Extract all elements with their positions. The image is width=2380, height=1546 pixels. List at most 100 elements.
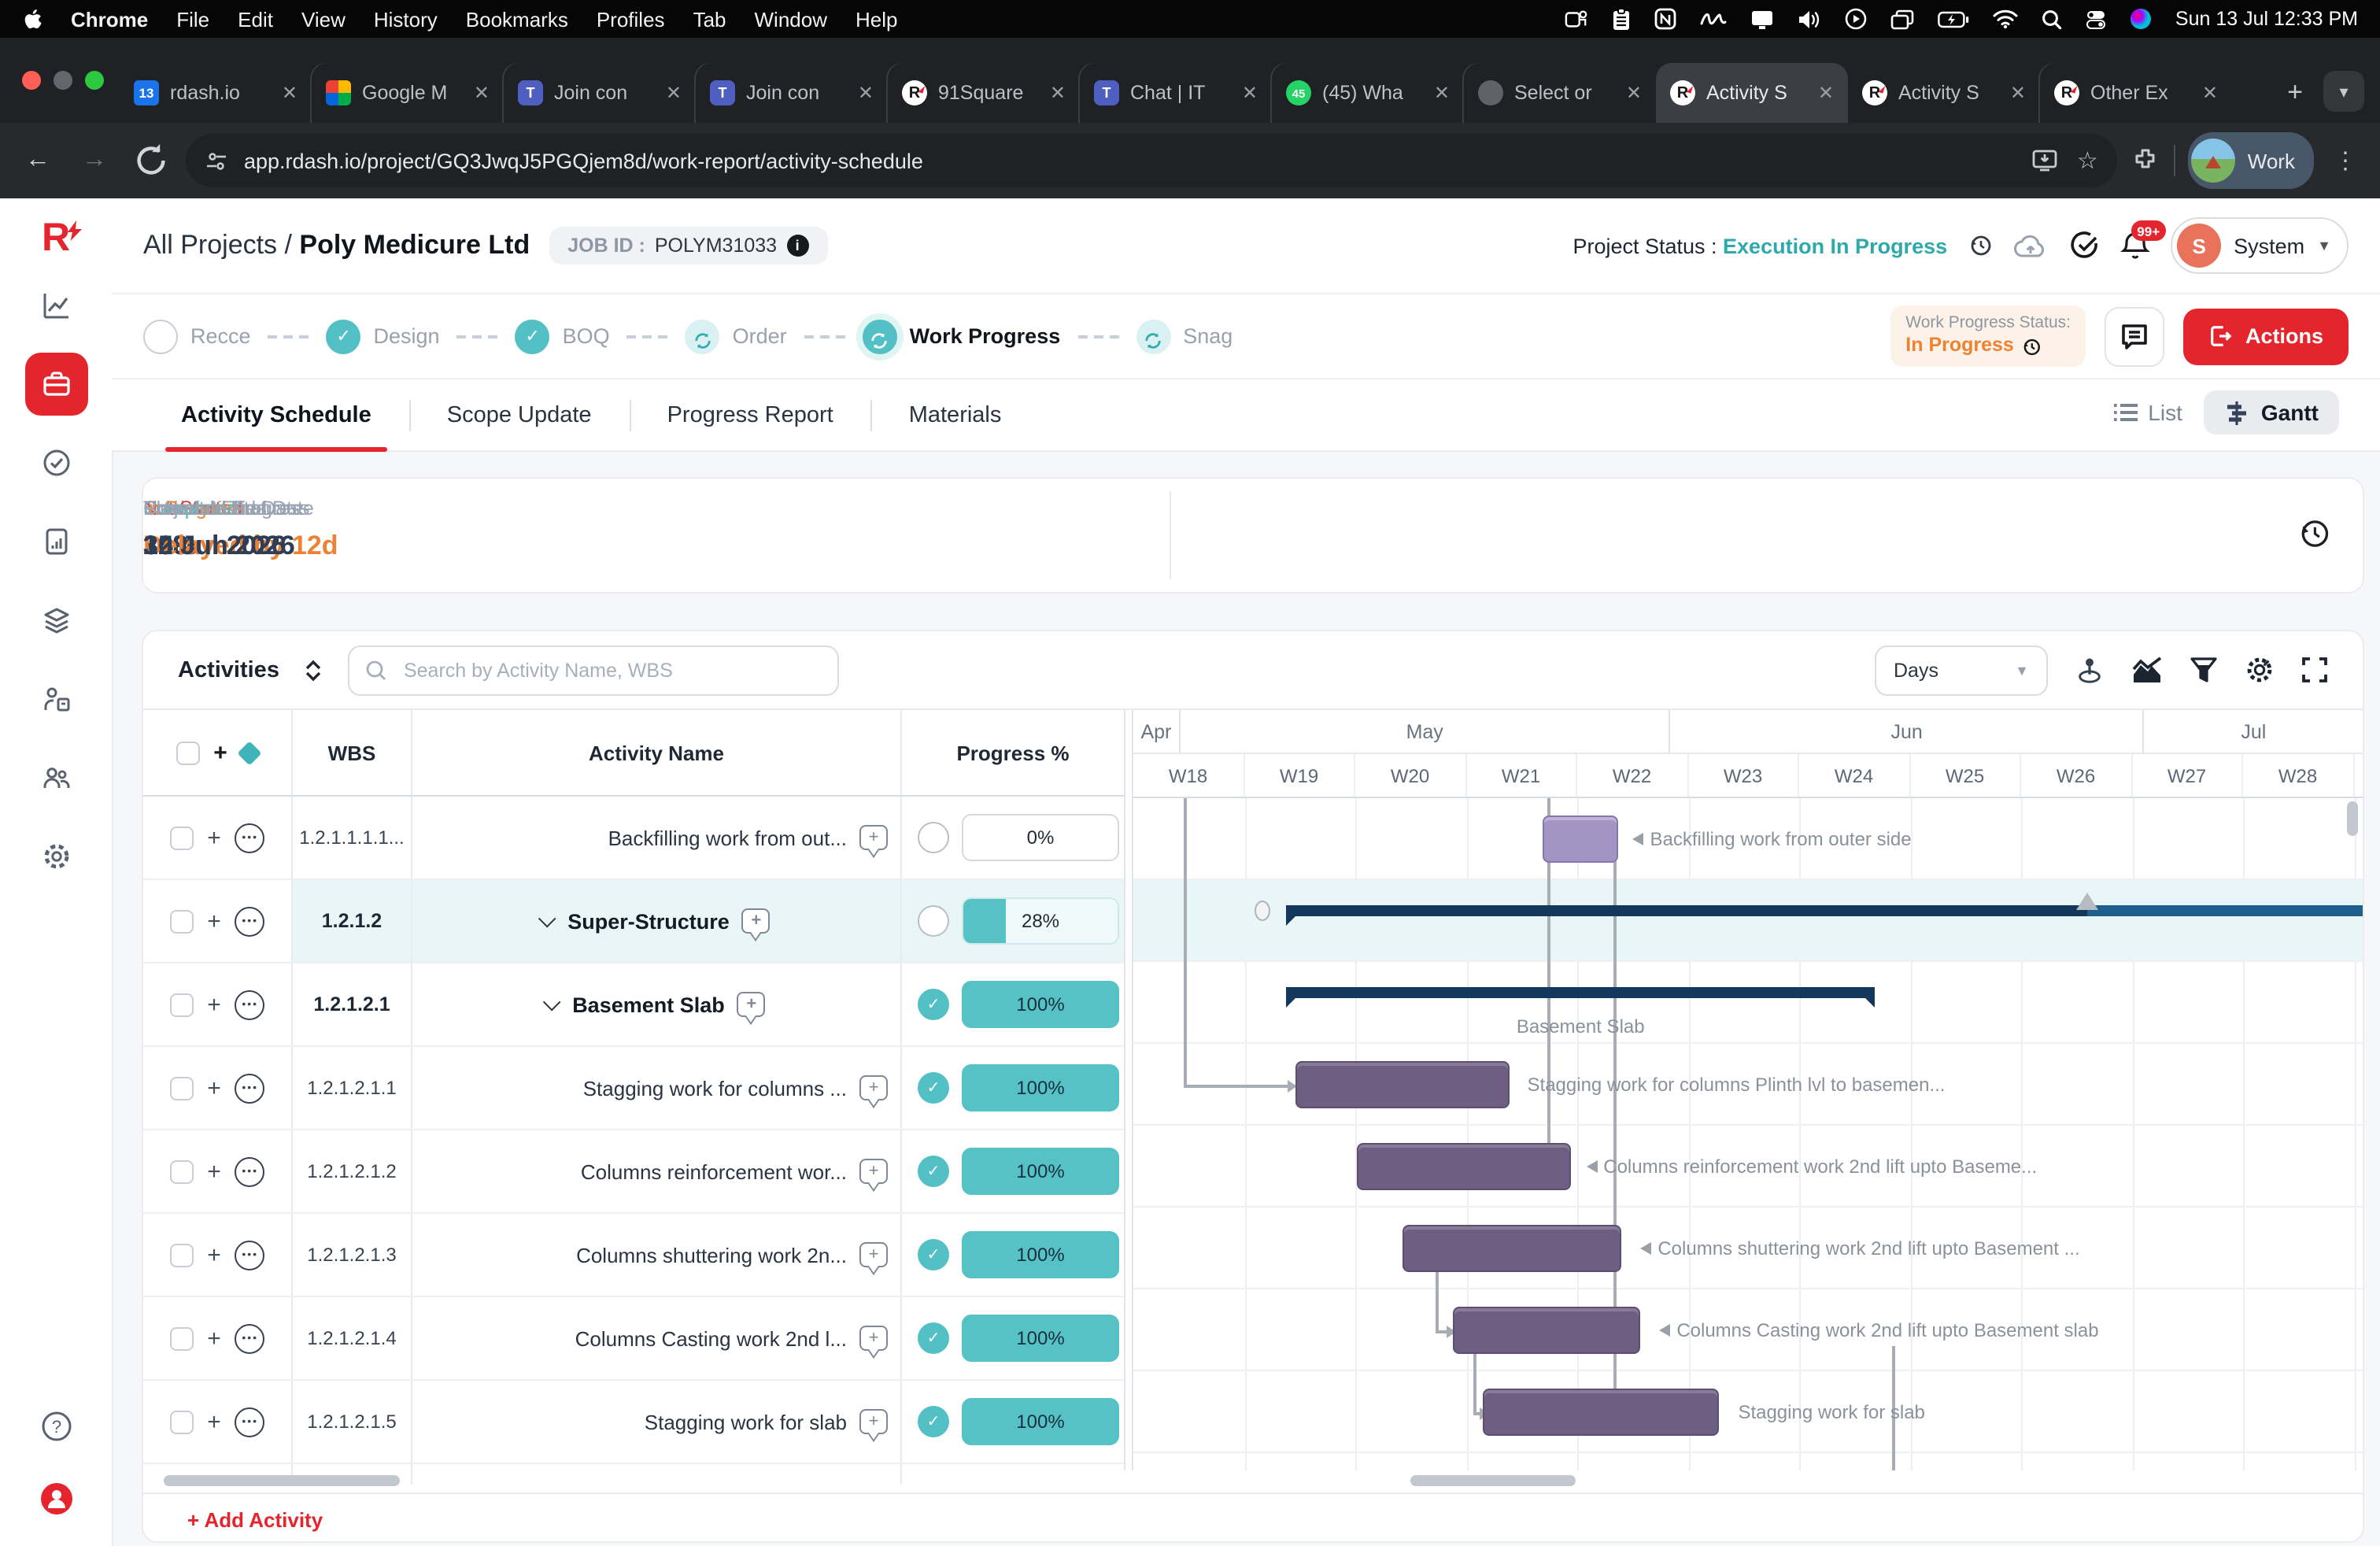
workflow-step[interactable]: Order — [686, 319, 787, 353]
status-history-icon[interactable] — [2022, 336, 2042, 357]
gantt-bar[interactable] — [1453, 1307, 1640, 1354]
browser-tab[interactable]: R Other Ex ✕ — [2040, 63, 2232, 123]
battery-icon[interactable] — [1938, 10, 1969, 28]
breadcrumb-root[interactable]: All Projects / — [143, 230, 299, 260]
report-tab[interactable]: Materials — [871, 379, 1040, 451]
sidebar-item-site-management[interactable] — [24, 668, 87, 730]
row-menu-button[interactable]: ••• — [235, 1407, 265, 1437]
display-icon[interactable] — [1750, 9, 1774, 29]
browser-tab[interactable]: R Activity S ✕ — [1848, 63, 2040, 123]
row-menu-button[interactable]: ••• — [235, 1156, 265, 1186]
row-menu-button[interactable]: ••• — [235, 1073, 265, 1103]
browser-tab[interactable]: T Join con ✕ — [504, 63, 696, 123]
tab-close-icon[interactable]: ✕ — [1050, 82, 1066, 104]
gantt-summary-bar-remaining[interactable] — [2088, 905, 2363, 916]
gantt-settings-icon[interactable] — [2245, 655, 2275, 685]
window-close-button[interactable] — [22, 71, 41, 90]
browser-tab[interactable]: 13 rdash.io ✕ — [120, 63, 312, 123]
search-input[interactable] — [401, 657, 822, 682]
menu-chrome[interactable]: Chrome — [71, 7, 148, 31]
status-circle[interactable] — [918, 905, 949, 937]
progress-pill[interactable]: 100% — [962, 1148, 1119, 1195]
comment-add-button[interactable]: + — [859, 1075, 888, 1100]
add-row-icon[interactable]: + — [213, 739, 227, 766]
report-tab[interactable]: Activity Schedule — [143, 379, 409, 451]
row-menu-button[interactable]: ••• — [235, 989, 265, 1019]
address-bar[interactable]: app.rdash.io/project/GQ3JwqJ5PGQjem8d/wo… — [186, 134, 2117, 187]
status-circle[interactable]: ✓ — [918, 1406, 949, 1437]
row-checkbox[interactable] — [169, 1326, 193, 1350]
progress-pill[interactable]: 100% — [962, 1231, 1119, 1278]
milestone-diamond-icon[interactable] — [238, 740, 262, 764]
sidebar-help-icon[interactable]: ? — [24, 1395, 87, 1458]
status-circle[interactable]: ✓ — [918, 1239, 949, 1270]
table-row[interactable]: +•••1.2.1.2.1Basement Slab+✓100% — [143, 963, 1124, 1047]
tab-close-icon[interactable]: ✕ — [858, 82, 874, 104]
status-circle[interactable]: ✓ — [918, 989, 949, 1020]
row-checkbox[interactable] — [169, 909, 193, 933]
window-minimize-button[interactable] — [54, 71, 72, 90]
status-circle[interactable]: ✓ — [918, 1072, 949, 1104]
browser-tab[interactable]: 45 (45) Wha ✕ — [1272, 63, 1464, 123]
filter-icon[interactable] — [2190, 656, 2218, 684]
spotlight-icon[interactable] — [2042, 9, 2062, 29]
add-subtask-button[interactable]: + — [207, 824, 221, 851]
add-subtask-button[interactable]: + — [207, 908, 221, 934]
teams-status-icon[interactable] — [1565, 8, 1588, 30]
play-status-icon[interactable] — [1845, 8, 1867, 30]
timescale-select[interactable]: Days▼ — [1875, 645, 2048, 695]
add-subtask-button[interactable]: + — [207, 1158, 221, 1185]
gantt-summary-bar[interactable] — [1287, 987, 1875, 998]
table-horizontal-scrollbar[interactable] — [164, 1475, 400, 1486]
view-toggle-gantt[interactable]: Gantt — [2204, 390, 2339, 435]
sidebar-item-settings[interactable] — [24, 825, 87, 888]
sidebar-item-analytics[interactable] — [24, 274, 87, 337]
volume-icon[interactable] — [1798, 9, 1821, 29]
row-checkbox[interactable] — [169, 1243, 193, 1267]
view-toggle-list[interactable]: List — [2112, 400, 2182, 425]
task-check-icon[interactable] — [2068, 230, 2100, 261]
table-row[interactable]: +•••1.2.1.2.1.2Columns reinforcement wor… — [143, 1130, 1124, 1214]
control-center-icon[interactable] — [2086, 9, 2106, 29]
actions-button[interactable]: Actions — [2184, 308, 2349, 364]
report-tab[interactable]: Scope Update — [409, 379, 630, 451]
progress-pill[interactable]: 100% — [962, 1064, 1119, 1111]
table-row[interactable]: +•••1.2.1.2Super-Structure+28% — [143, 880, 1124, 963]
sidebar-record-icon[interactable] — [24, 1467, 87, 1530]
table-row[interactable]: +•••1.2.1.2.1.1Stagging work for columns… — [143, 1047, 1124, 1130]
menu-window[interactable]: Window — [755, 7, 828, 31]
rdash-logo[interactable]: R — [42, 219, 70, 258]
menu-tab[interactable]: Tab — [693, 7, 726, 31]
user-menu[interactable]: S System ▼ — [2171, 217, 2349, 274]
progress-pill[interactable]: 0% — [962, 814, 1119, 861]
add-subtask-button[interactable]: + — [207, 1241, 221, 1268]
status-history-icon[interactable] — [1968, 233, 1993, 258]
progress-pill[interactable]: 100% — [962, 1398, 1119, 1445]
profile-chip[interactable]: Work — [2188, 132, 2314, 189]
menu-history[interactable]: History — [374, 7, 438, 31]
menu-profiles[interactable]: Profiles — [597, 7, 665, 31]
reload-button[interactable] — [129, 139, 173, 183]
table-row[interactable]: +•••1.2.1.2.1.5Stagging work for slab+✓1… — [143, 1381, 1124, 1464]
sidebar-item-team[interactable] — [24, 746, 87, 809]
gantt-horizontal-scrollbar[interactable] — [1410, 1475, 1576, 1486]
progress-pill[interactable]: 28% — [962, 897, 1119, 945]
tab-close-icon[interactable]: ✕ — [1434, 82, 1450, 104]
row-menu-button[interactable]: ••• — [235, 1240, 265, 1270]
comment-add-button[interactable]: + — [859, 825, 888, 850]
column-header-progress[interactable]: Progress % — [902, 710, 1124, 795]
tab-close-icon[interactable]: ✕ — [1626, 82, 1642, 104]
row-menu-button[interactable]: ••• — [235, 906, 265, 936]
column-header-wbs[interactable]: WBS — [293, 710, 412, 795]
cloud-sync-icon[interactable] — [2013, 232, 2048, 259]
stage-manager-icon[interactable] — [1890, 9, 1914, 29]
url-text[interactable]: app.rdash.io/project/GQ3JwqJ5PGQjem8d/wo… — [244, 149, 2017, 172]
sidebar-item-layers[interactable] — [24, 589, 87, 652]
scroll-to-today-icon[interactable] — [2075, 655, 2105, 685]
clipboard-icon[interactable] — [1612, 7, 1631, 31]
activity-search[interactable] — [349, 645, 840, 695]
browser-tab[interactable]: T Chat | IT ✕ — [1080, 63, 1272, 123]
extensions-icon[interactable] — [2130, 145, 2161, 176]
vertical-scrollbar[interactable] — [2347, 801, 2358, 836]
gantt-bar[interactable] — [1403, 1225, 1622, 1272]
